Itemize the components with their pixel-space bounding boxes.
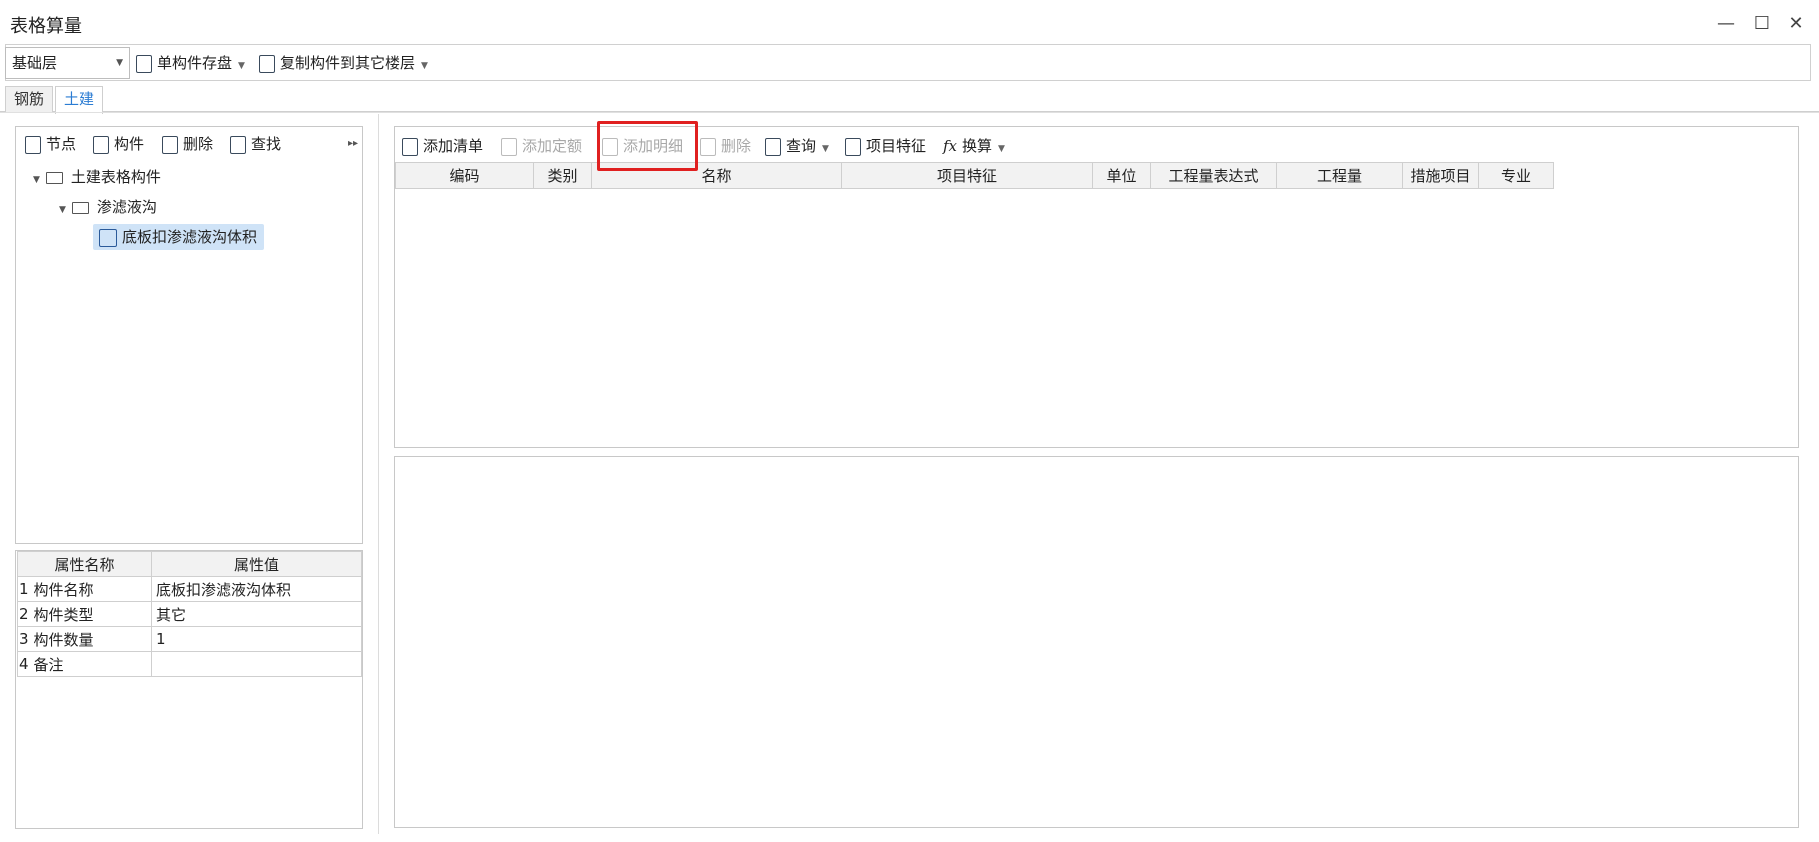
chevron-down-icon: ▼ [238, 61, 245, 71]
tab-civil[interactable]: 土建 [55, 86, 104, 114]
add-quota-icon [501, 137, 517, 156]
copy-to-floor-button[interactable]: 复制构件到其它楼层 ▼ [259, 50, 428, 76]
maximize-icon[interactable]: ☐ [1750, 12, 1774, 36]
node-label: 节点 [46, 135, 77, 153]
row-number: 2 [16, 601, 30, 627]
add-list-button[interactable]: 添加清单 [402, 134, 483, 158]
folder-icon [71, 201, 89, 214]
chevron-down-icon: ▼ [822, 144, 829, 154]
tree-root-label: 土建表格构件 [70, 168, 161, 186]
table-row[interactable]: 2 构件类型 其它 [16, 601, 362, 627]
grid-delete-button[interactable]: 删除 [700, 134, 751, 158]
prop-value[interactable] [151, 651, 362, 677]
convert-label: 换算 [962, 137, 993, 155]
col-specialty[interactable]: 专业 [1478, 162, 1554, 189]
pane-divider[interactable] [378, 114, 379, 834]
features-button[interactable]: 项目特征 [845, 134, 926, 158]
prop-header-value: 属性值 [151, 551, 362, 577]
convert-button[interactable]: fx 换算 ▼ [943, 134, 1005, 158]
col-quantity[interactable]: 工程量 [1276, 162, 1403, 189]
query-button[interactable]: 查询 ▼ [765, 134, 829, 158]
prop-name: 备注 [29, 651, 152, 677]
col-expression[interactable]: 工程量表达式 [1150, 162, 1277, 189]
copy-to-floor-label: 复制构件到其它楼层 [280, 54, 416, 72]
row-number: 1 [16, 576, 30, 602]
find-label: 查找 [251, 135, 282, 153]
tree-child[interactable]: ▼ 渗滤液沟 [59, 196, 157, 217]
query-label: 查询 [786, 137, 817, 155]
copy-icon [259, 54, 275, 73]
chevron-down-icon: ▼ [116, 58, 123, 68]
save-icon [136, 54, 152, 73]
trash-icon [162, 135, 178, 154]
floor-select-value: 基础层 [12, 54, 58, 72]
trash-icon [700, 137, 716, 156]
col-unit[interactable]: 单位 [1092, 162, 1151, 189]
node-icon [25, 135, 41, 154]
add-quota-label: 添加定额 [522, 137, 583, 155]
window-title: 表格算量 [10, 16, 82, 37]
tab-rebar[interactable]: 钢筋 [5, 86, 54, 113]
tab-bar [0, 84, 1819, 112]
row-number: 4 [16, 651, 30, 677]
more-icon[interactable]: ▸▸ [348, 132, 358, 156]
delete-label: 删除 [183, 135, 214, 153]
prop-name: 构件数量 [29, 626, 152, 652]
save-component-label: 单构件存盘 [157, 54, 233, 72]
table-row[interactable]: 1 构件名称 底板扣渗滤液沟体积 [16, 576, 362, 602]
properties-table: 属性名称 属性值 1 构件名称 底板扣渗滤液沟体积 2 构件类型 其它 3 构件… [16, 551, 362, 677]
component-button[interactable]: 构件 [93, 132, 144, 156]
col-category[interactable]: 类别 [533, 162, 592, 189]
chevron-down-icon: ▼ [421, 61, 428, 71]
query-icon [765, 137, 781, 156]
prop-value[interactable]: 1 [151, 626, 362, 652]
function-icon: fx [943, 137, 958, 155]
find-icon [230, 135, 246, 154]
close-icon[interactable]: ✕ [1784, 12, 1808, 36]
detail-pane [394, 456, 1799, 828]
features-icon [845, 137, 861, 156]
prop-name: 构件类型 [29, 601, 152, 627]
minimize-icon[interactable]: — [1714, 12, 1738, 36]
add-quota-button[interactable]: 添加定额 [501, 134, 582, 158]
caret-down-icon: ▼ [59, 205, 66, 215]
tree-root[interactable]: ▼ 土建表格构件 [33, 166, 161, 187]
row-number: 3 [16, 626, 30, 652]
prop-value[interactable]: 其它 [151, 601, 362, 627]
col-measure[interactable]: 措施项目 [1402, 162, 1479, 189]
tree-leaf-selected[interactable]: 底板扣渗滤液沟体积 [93, 224, 264, 250]
save-component-button[interactable]: 单构件存盘 ▼ [136, 50, 245, 76]
highlight-box [597, 121, 698, 171]
col-features[interactable]: 项目特征 [841, 162, 1093, 189]
grid-delete-label: 删除 [721, 137, 752, 155]
features-label: 项目特征 [866, 137, 927, 155]
component-icon [93, 135, 109, 154]
tree-child-label: 渗滤液沟 [96, 198, 157, 216]
find-button[interactable]: 查找 [230, 132, 281, 156]
add-list-icon [402, 137, 418, 156]
folder-icon [45, 171, 63, 184]
tree-leaf-label: 底板扣渗滤液沟体积 [122, 228, 258, 246]
col-code[interactable]: 编码 [395, 162, 534, 189]
add-list-label: 添加清单 [423, 137, 484, 155]
component-tree-pane [15, 126, 363, 544]
caret-down-icon: ▼ [33, 175, 40, 185]
table-row[interactable]: 4 备注 [16, 651, 362, 677]
component-icon [99, 228, 117, 247]
floor-select[interactable]: 基础层 ▼ [5, 47, 130, 79]
chevron-down-icon: ▼ [998, 144, 1005, 154]
table-row[interactable]: 3 构件数量 1 [16, 626, 362, 652]
component-label: 构件 [114, 135, 145, 153]
list-grid: 编码 类别 名称 项目特征 单位 工程量表达式 工程量 措施项目 专业 [395, 162, 1554, 189]
prop-name: 构件名称 [29, 576, 152, 602]
delete-button[interactable]: 删除 [162, 132, 213, 156]
prop-value[interactable]: 底板扣渗滤液沟体积 [151, 576, 362, 602]
node-button[interactable]: 节点 [25, 132, 76, 156]
prop-header-name: 属性名称 [17, 551, 152, 577]
